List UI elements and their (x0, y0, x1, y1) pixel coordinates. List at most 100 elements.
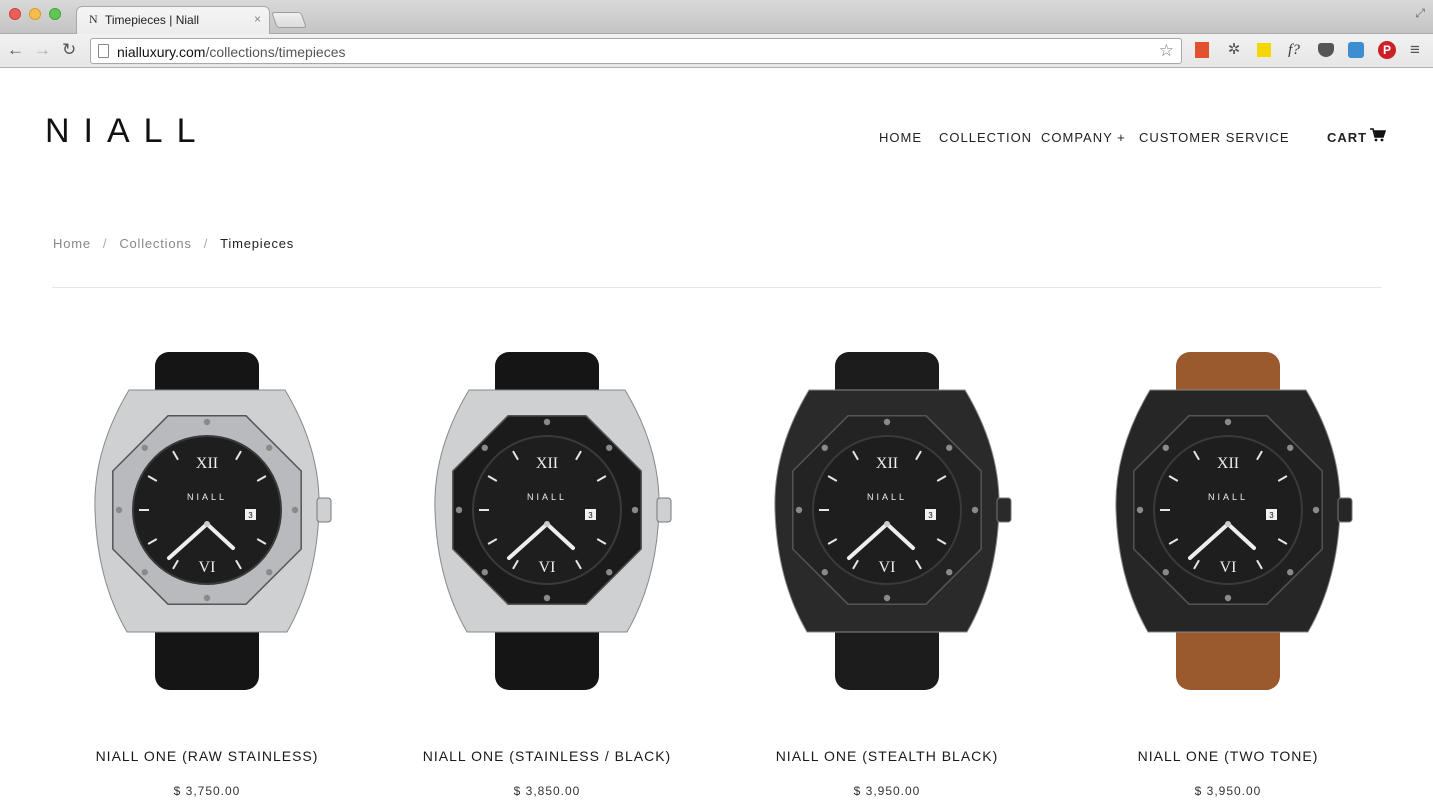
back-arrow-icon[interactable]: ← (7, 40, 24, 60)
hand-pivot (1225, 521, 1231, 527)
product-image[interactable]: XII VI NIALL 3 (1058, 340, 1398, 700)
map-extension-icon[interactable] (1346, 40, 1366, 60)
bezel-screw (883, 594, 891, 602)
product-title[interactable]: NIALL ONE (TWO TONE) (1058, 748, 1398, 764)
url-path: /collections/timepieces (205, 44, 346, 60)
nav-customer-service-link[interactable]: CUSTOMER SERVICE (1139, 130, 1290, 145)
bezel-screw (1312, 506, 1320, 514)
bug-extension-icon[interactable]: ✲ (1224, 40, 1244, 60)
product-image[interactable]: XII VI NIALL 3 (37, 340, 377, 700)
product-card[interactable]: XII VI NIALL 3 NIALL ONE (STAINLESS / BLACK… (377, 340, 717, 806)
product-title[interactable]: NIALL ONE (STAINLESS / BLACK) (377, 748, 717, 764)
section-divider (52, 287, 1382, 288)
product-price: $ 3,950.00 (853, 784, 921, 798)
breadcrumb-collections[interactable]: Collections (119, 236, 191, 251)
window-close-button[interactable] (9, 8, 21, 20)
address-bar[interactable]: nialluxury.com/collections/timepieces ☆ (90, 38, 1182, 64)
bezel-screw (266, 444, 273, 451)
bezel-screw (1287, 444, 1294, 451)
bezel-screw (115, 506, 123, 514)
bezel-screw (631, 506, 639, 514)
product-price: $ 3,850.00 (513, 784, 581, 798)
fullscreen-icon[interactable]: ⤢ (1415, 6, 1425, 21)
bezel-screw (821, 444, 828, 451)
bezel-screw (1162, 569, 1169, 576)
breadcrumb-home[interactable]: Home (53, 236, 91, 251)
sticky-note-extension-icon[interactable] (1254, 40, 1274, 60)
product-image[interactable]: XII VI NIALL 3 (377, 340, 717, 700)
dial-brand: NIALL (187, 492, 227, 502)
numeral-twelve: XII (536, 455, 558, 472)
bezel-screw (141, 569, 148, 576)
product-title[interactable]: NIALL ONE (RAW STAINLESS) (37, 748, 377, 764)
bezel-screw (1224, 418, 1232, 426)
product-card[interactable]: XII VI NIALL 3 NIALL ONE (RAW STAINLESS) $ … (37, 340, 377, 806)
bezel-screw (266, 569, 273, 576)
watch-crown (656, 497, 672, 523)
page-icon (98, 44, 109, 58)
cart-icon[interactable] (1370, 128, 1386, 142)
reload-icon[interactable]: ↻ (62, 40, 76, 60)
numeral-six: VI (879, 559, 896, 576)
product-card[interactable]: XII VI NIALL 3 NIALL ONE (STEALTH BLACK) $ … (717, 340, 1057, 806)
bezel-screw (946, 569, 953, 576)
date-value: 3 (928, 511, 933, 520)
watch-crown (316, 497, 332, 523)
window-maximize-button[interactable] (49, 8, 61, 20)
product-card[interactable]: XII VI NIALL 3 NIALL ONE (TWO TONE) $ 3,950… (1058, 340, 1398, 806)
breadcrumb: Home / Collections / Timepieces (53, 236, 294, 251)
product-title[interactable]: NIALL ONE (STEALTH BLACK) (717, 748, 1057, 764)
new-tab-button[interactable] (271, 12, 307, 28)
breadcrumb-separator: / (102, 236, 108, 251)
bezel-screw (821, 569, 828, 576)
site-favicon-icon: N (89, 12, 98, 26)
numeral-twelve: XII (196, 455, 218, 472)
bezel-screw (606, 569, 613, 576)
bezel-screw (291, 506, 299, 514)
tab-close-icon[interactable]: × (254, 12, 261, 26)
window-minimize-button[interactable] (29, 8, 41, 20)
numeral-twelve: XII (1217, 455, 1239, 472)
url-text: nialluxury.com/collections/timepieces (117, 44, 346, 60)
bezel-screw (1287, 569, 1294, 576)
tab-title: Timepieces | Niall (105, 13, 200, 27)
nav-home-link[interactable]: HOME (879, 130, 922, 145)
product-price: $ 3,750.00 (173, 784, 241, 798)
nav-company-link[interactable]: COMPANY + (1041, 130, 1126, 145)
pinterest-extension-icon[interactable]: P (1377, 40, 1397, 60)
dial-brand: NIALL (867, 492, 907, 502)
bezel-screw (1162, 444, 1169, 451)
product-price: $ 3,950.00 (1194, 784, 1262, 798)
nav-collection-link[interactable]: COLLECTION (939, 130, 1032, 145)
bookmark-star-icon[interactable]: ☆ (1159, 41, 1174, 61)
font-extension-icon[interactable]: f? (1284, 40, 1304, 60)
numeral-six: VI (199, 559, 216, 576)
dial-brand: NIALL (1208, 492, 1248, 502)
breadcrumb-separator: / (203, 236, 209, 251)
bezel-screw (203, 594, 211, 602)
bezel-screw (481, 444, 488, 451)
breadcrumb-current: Timepieces (220, 236, 295, 251)
bezel-screw (1136, 506, 1144, 514)
nav-cart-link[interactable]: CART (1327, 130, 1367, 145)
browser-menu-icon[interactable]: ≡ (1410, 40, 1420, 60)
bookmark-extension-icon[interactable] (1192, 40, 1212, 60)
date-value: 3 (248, 511, 253, 520)
watch-crown (1337, 497, 1353, 523)
bezel-screw (883, 418, 891, 426)
browser-tab[interactable]: N Timepieces | Niall × (76, 6, 270, 34)
bezel-screw (543, 594, 551, 602)
numeral-six: VI (539, 559, 556, 576)
main-navigation: HOME COLLECTION COMPANY + CUSTOMER SERVI… (0, 130, 1433, 150)
forward-arrow-icon[interactable]: → (34, 40, 51, 60)
product-image[interactable]: XII VI NIALL 3 (717, 340, 1057, 700)
date-value: 3 (588, 511, 593, 520)
pocket-extension-icon[interactable] (1316, 40, 1336, 60)
bezel-screw (946, 444, 953, 451)
bezel-screw (795, 506, 803, 514)
numeral-twelve: XII (876, 455, 898, 472)
dial-brand: NIALL (527, 492, 567, 502)
hand-pivot (544, 521, 550, 527)
bezel-screw (203, 418, 211, 426)
numeral-six: VI (1220, 559, 1237, 576)
